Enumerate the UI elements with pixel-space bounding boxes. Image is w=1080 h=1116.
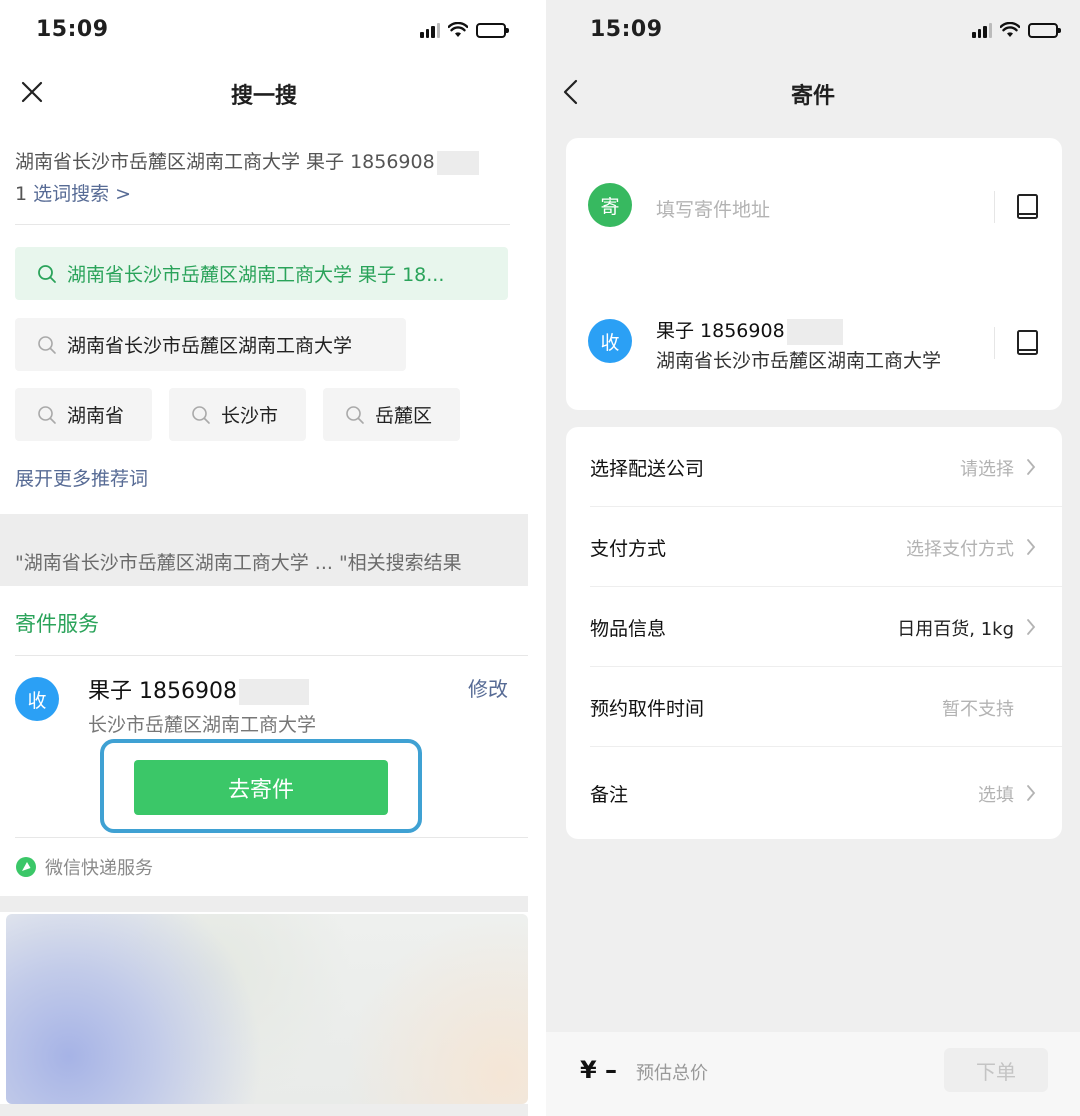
express-logo-icon — [16, 857, 36, 877]
suggestion-label: 湖南省长沙市岳麓区湖南工商大学 — [67, 335, 353, 357]
receiver-address: 长沙市岳麓区湖南工商大学 — [88, 714, 317, 736]
status-bar: 15:09 — [0, 0, 528, 60]
address-card: 寄 填写寄件地址 收 果子 1856908 湖南省长沙市岳麓区湖南工商大学 — [566, 138, 1062, 410]
search-icon — [38, 335, 56, 354]
divider — [15, 655, 528, 656]
sender-badge: 寄 — [588, 183, 632, 227]
query-count: 1 — [15, 183, 34, 205]
search-icon — [38, 264, 56, 283]
section-gap — [0, 896, 528, 912]
divider — [15, 837, 528, 838]
suggestion-label: 湖南省 — [67, 405, 125, 427]
battery-icon — [1028, 22, 1061, 38]
option-value: 选择支付方式 — [906, 539, 1014, 560]
receiver-address[interactable]: 湖南省长沙市岳麓区湖南工商大学 — [656, 346, 941, 373]
wifi-icon — [448, 22, 468, 37]
option-label: 支付方式 — [590, 538, 667, 560]
address-book-icon[interactable] — [1015, 329, 1041, 357]
option-item-info[interactable]: 物品信息 日用百货, 1kg — [566, 587, 1062, 667]
suggestion-district[interactable]: 岳麓区 — [323, 388, 460, 441]
receiver-name[interactable]: 果子 1856908 — [656, 316, 843, 345]
suggestion-label: 长沙市 — [221, 405, 279, 427]
option-remark[interactable]: 备注 选填 — [566, 747, 1062, 839]
search-icon — [192, 405, 210, 424]
option-value: 日用百货, 1kg — [897, 619, 1014, 640]
receiver-name: 果子 1856908 — [88, 673, 309, 705]
suggestion-full-query[interactable]: 湖南省长沙市岳麓区湖南工商大学 果子 18... — [15, 247, 508, 300]
suggestion-city[interactable]: 长沙市 — [169, 388, 306, 441]
search-screen: 15:09 搜一搜 湖南省长沙市岳麓区湖南工商大学 果子 1856908 1 选… — [0, 0, 528, 1116]
receiver-badge: 收 — [588, 319, 632, 363]
chevron-right-icon — [1027, 785, 1036, 801]
status-time: 15:09 — [590, 17, 663, 42]
divider — [994, 327, 995, 359]
nav-bar: 搜一搜 — [0, 60, 528, 124]
search-icon — [38, 405, 56, 424]
page-title: 搜一搜 — [230, 84, 297, 109]
divider — [15, 224, 510, 225]
related-results-header: "湖南省长沙市岳麓区湖南工商大学 ... "相关搜索结果 — [15, 552, 462, 574]
option-pickup-time: 预约取件时间 暂不支持 — [566, 667, 1062, 747]
search-query: 湖南省长沙市岳麓区湖南工商大学 果子 1856908 1 选词搜索 > — [15, 146, 510, 210]
receiver-badge: 收 — [15, 677, 59, 721]
order-footer: ¥ – 预估总价 下单 — [546, 1032, 1080, 1116]
suggestion-school[interactable]: 湖南省长沙市岳麓区湖南工商大学 — [15, 318, 406, 371]
option-label: 选择配送公司 — [590, 458, 705, 480]
cellular-signal-icon — [972, 22, 992, 38]
option-value: 请选择 — [960, 459, 1014, 480]
blurred-result-card — [6, 914, 528, 1104]
screen-divider — [528, 0, 546, 1116]
receiver-name-text: 果子 1856908 — [88, 679, 237, 704]
select-words-link[interactable]: 选词搜索 > — [33, 183, 131, 205]
option-label: 备注 — [590, 784, 629, 806]
nav-bar: 寄件 — [546, 60, 1080, 124]
status-time: 15:09 — [36, 17, 109, 42]
option-courier[interactable]: 选择配送公司 请选择 — [566, 427, 1062, 507]
divider — [994, 191, 995, 223]
status-icons — [972, 19, 1061, 41]
expand-more-link[interactable]: 展开更多推荐词 — [15, 464, 148, 491]
chevron-right-icon — [1027, 459, 1036, 475]
options-card: 选择配送公司 请选择 支付方式 选择支付方式 物品信息 日用百货, 1kg 预约… — [566, 427, 1062, 839]
status-icons — [420, 19, 509, 41]
option-label: 预约取件时间 — [590, 698, 705, 720]
go-send-button[interactable]: 去寄件 — [134, 760, 388, 815]
section-gap — [0, 1104, 528, 1116]
service-label: 微信快递服务 — [45, 858, 153, 879]
address-book-icon[interactable] — [1015, 193, 1041, 221]
wechat-express-service: 微信快递服务 — [15, 854, 153, 880]
option-value: 选填 — [978, 785, 1014, 806]
suggestion-label: 湖南省长沙市岳麓区湖南工商大学 果子 18... — [67, 264, 445, 286]
cellular-signal-icon — [420, 22, 440, 38]
redacted-mask — [238, 679, 309, 705]
status-bar: 15:09 — [546, 0, 1080, 60]
search-icon — [346, 405, 364, 424]
estimated-price-label: 预估总价 — [636, 1063, 708, 1084]
chevron-right-icon — [1027, 539, 1036, 555]
place-order-button[interactable]: 下单 — [944, 1048, 1048, 1092]
query-text: 湖南省长沙市岳麓区湖南工商大学 果子 1856908 — [15, 151, 435, 173]
send-package-screen: 15:09 寄件 寄 填写寄件地址 收 果子 1856908 湖南省长沙市岳麓区… — [546, 0, 1080, 1116]
page-title: 寄件 — [790, 84, 835, 109]
option-value: 暂不支持 — [942, 699, 1014, 720]
edit-receiver-link[interactable]: 修改 — [468, 673, 508, 702]
sender-address-input[interactable]: 填写寄件地址 — [656, 195, 770, 222]
chevron-right-icon — [1027, 619, 1036, 635]
redacted-mask — [436, 150, 479, 175]
option-payment[interactable]: 支付方式 选择支付方式 — [566, 507, 1062, 587]
receiver-name-text: 果子 1856908 — [656, 320, 785, 342]
option-label: 物品信息 — [590, 618, 667, 640]
battery-icon — [476, 22, 509, 38]
service-title: 寄件服务 — [15, 612, 99, 636]
redacted-mask — [786, 318, 843, 345]
suggestion-province[interactable]: 湖南省 — [15, 388, 152, 441]
wifi-icon — [1000, 22, 1020, 37]
estimated-price: ¥ – — [580, 1056, 618, 1084]
suggestion-label: 岳麓区 — [375, 405, 433, 427]
